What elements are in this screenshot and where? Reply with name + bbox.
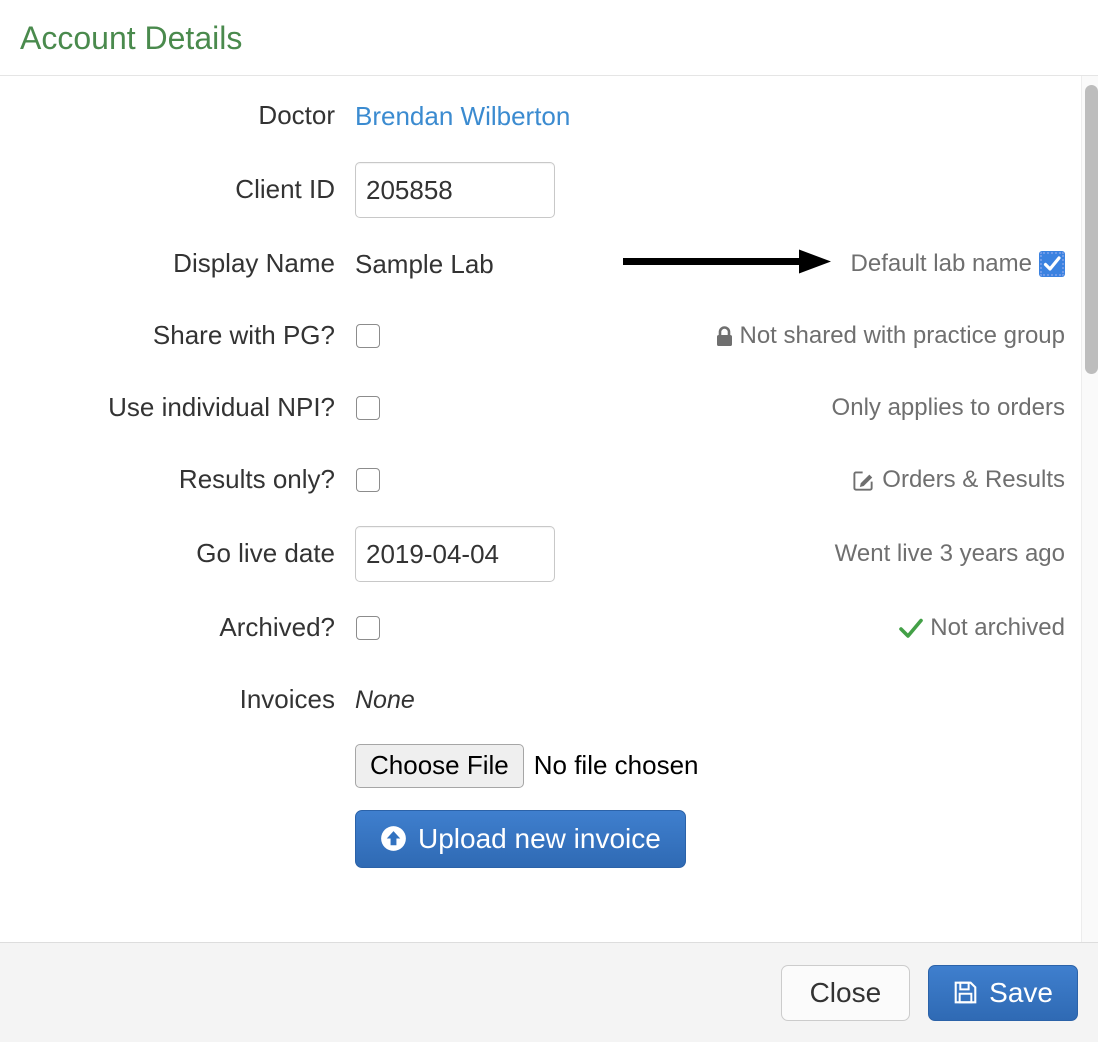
annotation-arrow-right <box>623 249 833 280</box>
label-display-name: Display Name <box>173 248 335 279</box>
archived-checkbox[interactable] <box>356 616 380 640</box>
display-name-help-label: Default lab name <box>850 250 1032 277</box>
form-row-go-live-date: Go live date Went live 3 years ago <box>0 526 1065 582</box>
vertical-scrollbar[interactable] <box>1081 76 1098 942</box>
form-row-use-individual-npi: Use individual NPI? Only applies to orde… <box>0 382 1065 434</box>
form-row-file-picker: Choose File No file chosen <box>0 744 1065 788</box>
field-doctor: Brendan Wilberton <box>355 101 1065 132</box>
field-results-only: Orders & Results <box>355 466 1065 494</box>
form-row-invoices: Invoices None <box>0 674 1065 726</box>
use-individual-npi-help-label: Only applies to orders <box>831 394 1065 421</box>
label-client-id: Client ID <box>235 174 335 205</box>
field-client-id <box>355 162 1065 218</box>
arrow-circle-up-icon <box>380 825 407 852</box>
results-only-checkbox[interactable] <box>356 468 380 492</box>
save-button[interactable]: Save <box>928 964 1078 1021</box>
display-name-value: Sample Lab <box>355 248 494 279</box>
label-share-with-pg: Share with PG? <box>152 320 335 351</box>
label-go-live-date: Go live date <box>196 538 335 569</box>
field-share-with-pg: Not shared with practice group <box>355 322 1066 350</box>
label-archived: Archived? <box>219 612 335 643</box>
form-row-client-id: Client ID <box>0 162 1065 218</box>
results-only-help-label: Orders & Results <box>882 466 1065 493</box>
account-details-form: Doctor Brendan Wilberton Client ID Displ… <box>0 90 1081 868</box>
form-row-results-only: Results only? Orders & Results <box>0 454 1065 506</box>
share-with-pg-help: Not shared with practice group <box>716 322 1066 350</box>
edit-square-icon <box>852 469 875 492</box>
field-go-live-date: Went live 3 years ago <box>355 526 1065 582</box>
modal-footer: Close Save <box>0 942 1098 1042</box>
results-only-help: Orders & Results <box>852 466 1065 494</box>
form-row-share-with-pg: Share with PG? Not shared with practice … <box>0 310 1065 362</box>
form-row-archived: Archived? Not archived <box>0 602 1065 654</box>
field-archived: Not archived <box>355 614 1065 642</box>
page-title: Account Details <box>20 19 243 56</box>
go-live-date-input[interactable] <box>355 526 555 582</box>
check-icon <box>899 618 924 638</box>
field-file-picker: Choose File No file chosen <box>355 744 1065 788</box>
field-upload: Upload new invoice <box>355 809 1065 868</box>
label-doctor: Doctor <box>258 100 335 131</box>
close-button[interactable]: Close <box>780 964 911 1021</box>
form-row-doctor: Doctor Brendan Wilberton <box>0 90 1065 142</box>
upload-new-invoice-label: Upload new invoice <box>418 822 661 854</box>
label-invoices: Invoices <box>239 684 335 715</box>
display-name-help: Default lab name <box>851 250 1065 278</box>
label-use-individual-npi: Use individual NPI? <box>108 392 335 423</box>
archived-help: Not archived <box>899 614 1065 642</box>
go-live-date-help: Went live 3 years ago <box>835 540 1065 568</box>
label-results-only: Results only? <box>178 464 335 495</box>
field-invoices: None <box>355 686 1065 715</box>
field-display-name: Sample Lab Default lab name <box>355 249 1065 280</box>
modal-header: Account Details <box>0 0 1098 76</box>
upload-new-invoice-button[interactable]: Upload new invoice <box>355 809 686 868</box>
modal-body: Doctor Brendan Wilberton Client ID Displ… <box>0 76 1098 942</box>
file-chosen-status: No file chosen <box>533 750 699 781</box>
save-button-label: Save <box>989 976 1053 1008</box>
archived-help-label: Not archived <box>930 614 1065 641</box>
floppy-disk-icon <box>953 980 978 1005</box>
invoices-value: None <box>355 685 415 714</box>
go-live-date-help-label: Went live 3 years ago <box>834 540 1065 567</box>
account-details-modal: Account Details Doctor Brendan Wilberton… <box>0 0 1098 1042</box>
client-id-input[interactable] <box>355 162 555 218</box>
doctor-link[interactable]: Brendan Wilberton <box>355 101 570 132</box>
use-individual-npi-checkbox[interactable] <box>356 396 380 420</box>
choose-file-button[interactable]: Choose File <box>355 744 524 788</box>
form-row-upload-button: Upload new invoice <box>0 809 1065 868</box>
field-use-individual-npi: Only applies to orders <box>355 394 1065 422</box>
share-with-pg-help-label: Not shared with practice group <box>739 322 1066 349</box>
share-with-pg-checkbox[interactable] <box>356 324 380 348</box>
lock-icon <box>716 325 733 347</box>
scrollbar-thumb[interactable] <box>1085 85 1098 374</box>
form-row-display-name: Display Name Sample Lab Default lab name <box>0 238 1065 290</box>
default-lab-name-checkbox[interactable] <box>1039 251 1065 277</box>
use-individual-npi-help: Only applies to orders <box>832 394 1065 422</box>
